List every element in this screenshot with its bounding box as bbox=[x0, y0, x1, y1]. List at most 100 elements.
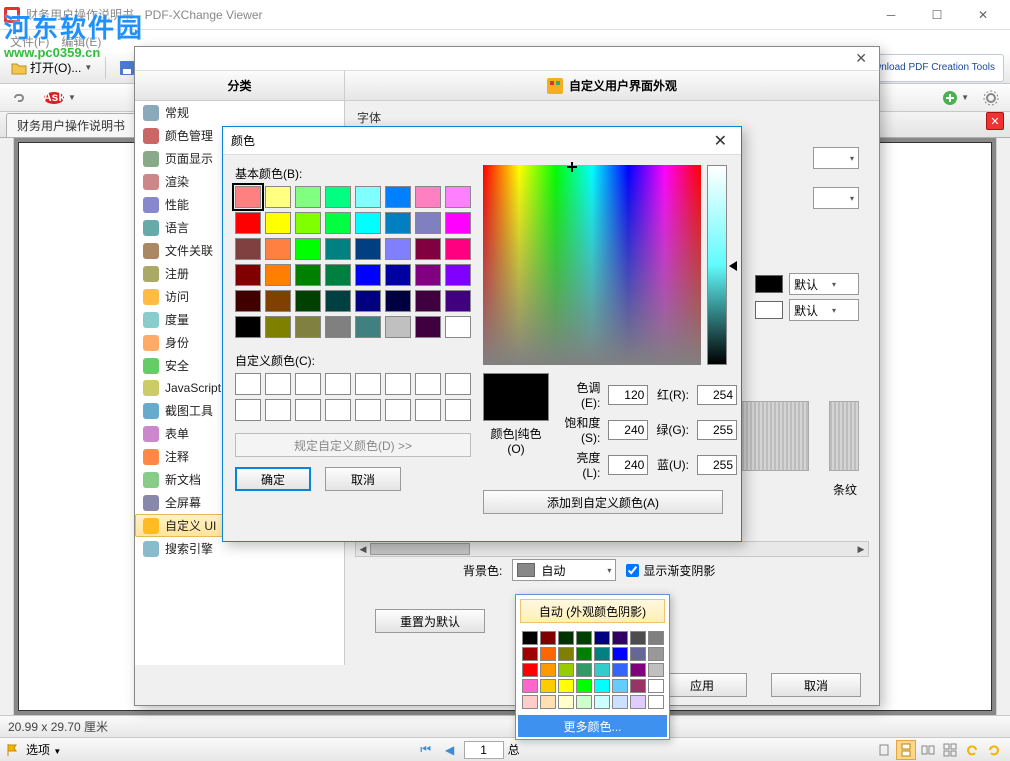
basic-color-swatch[interactable] bbox=[265, 186, 291, 208]
layout-continuous-icon[interactable] bbox=[896, 740, 916, 760]
basic-color-swatch[interactable] bbox=[415, 316, 441, 338]
basic-color-swatch[interactable] bbox=[325, 186, 351, 208]
add-to-custom-button[interactable]: 添加到自定义颜色(A) bbox=[483, 490, 723, 514]
custom-colors-grid[interactable] bbox=[235, 373, 471, 421]
sat-input[interactable] bbox=[608, 420, 648, 440]
category-item[interactable]: 常规 bbox=[135, 101, 344, 124]
nav-first-icon[interactable]: ⏮ bbox=[416, 740, 436, 760]
layout-facing-icon[interactable] bbox=[918, 740, 938, 760]
font-combo-1[interactable]: ▾ bbox=[813, 147, 859, 169]
luminance-arrow-icon[interactable] bbox=[729, 261, 737, 271]
basic-color-swatch[interactable] bbox=[445, 316, 471, 338]
more-colors-button[interactable]: 更多颜色... bbox=[518, 715, 667, 737]
popup-color-swatch[interactable] bbox=[612, 631, 628, 645]
default-combo-2[interactable]: 默认▾ bbox=[789, 299, 859, 321]
basic-color-swatch[interactable] bbox=[235, 264, 261, 286]
layout-facing-cont-icon[interactable] bbox=[940, 740, 960, 760]
basic-color-swatch[interactable] bbox=[325, 238, 351, 260]
nav-prev-icon[interactable]: ◀ bbox=[440, 740, 460, 760]
close-button[interactable]: ✕ bbox=[960, 0, 1006, 30]
popup-color-swatch[interactable] bbox=[648, 695, 664, 709]
basic-color-swatch[interactable] bbox=[265, 264, 291, 286]
hue-input[interactable] bbox=[608, 385, 648, 405]
basic-color-swatch[interactable] bbox=[445, 238, 471, 260]
basic-color-swatch[interactable] bbox=[235, 290, 261, 312]
custom-color-swatch[interactable] bbox=[415, 373, 441, 395]
popup-color-swatch[interactable] bbox=[630, 631, 646, 645]
popup-color-swatch[interactable] bbox=[576, 647, 592, 661]
gear-icon[interactable] bbox=[978, 86, 1004, 110]
ask-icon[interactable]: Ask▼ bbox=[38, 86, 81, 110]
page-number-input[interactable] bbox=[464, 741, 504, 759]
popup-color-swatch[interactable] bbox=[648, 647, 664, 661]
basic-color-swatch[interactable] bbox=[445, 186, 471, 208]
basic-color-swatch[interactable] bbox=[415, 212, 441, 234]
custom-color-swatch[interactable] bbox=[235, 399, 261, 421]
popup-color-swatch[interactable] bbox=[612, 695, 628, 709]
shadow-checkbox[interactable]: 显示渐变阴影 bbox=[626, 562, 715, 579]
basic-color-swatch[interactable] bbox=[235, 186, 261, 208]
cancel-button[interactable]: 取消 bbox=[771, 673, 861, 697]
basic-color-swatch[interactable] bbox=[265, 316, 291, 338]
popup-color-swatch[interactable] bbox=[630, 695, 646, 709]
basic-color-swatch[interactable] bbox=[295, 212, 321, 234]
basic-color-swatch[interactable] bbox=[325, 290, 351, 312]
default-combo-1[interactable]: 默认▾ bbox=[789, 273, 859, 295]
popup-color-swatch[interactable] bbox=[540, 663, 556, 677]
popup-color-swatch[interactable] bbox=[522, 679, 538, 693]
basic-color-swatch[interactable] bbox=[415, 290, 441, 312]
options-button[interactable]: 选项 ▼ bbox=[26, 741, 61, 758]
basic-color-swatch[interactable] bbox=[295, 264, 321, 286]
popup-color-swatch[interactable] bbox=[594, 679, 610, 693]
basic-color-swatch[interactable] bbox=[355, 316, 381, 338]
popup-color-swatch[interactable] bbox=[558, 679, 574, 693]
popup-color-swatch[interactable] bbox=[612, 679, 628, 693]
basic-color-swatch[interactable] bbox=[385, 316, 411, 338]
blue-input[interactable] bbox=[697, 455, 737, 475]
menu-file[interactable]: 文件(F) bbox=[10, 33, 49, 50]
popup-color-swatch[interactable] bbox=[540, 631, 556, 645]
red-input[interactable] bbox=[697, 385, 737, 405]
minimize-button[interactable]: ─ bbox=[868, 0, 914, 30]
open-button[interactable]: 打开(O)...▼ bbox=[6, 56, 97, 80]
basic-color-swatch[interactable] bbox=[445, 212, 471, 234]
basic-color-swatch[interactable] bbox=[385, 186, 411, 208]
apply-button[interactable]: 应用 bbox=[657, 673, 747, 697]
tab-close-icon[interactable]: ✕ bbox=[986, 112, 1004, 130]
basic-color-swatch[interactable] bbox=[385, 264, 411, 286]
scroll-right-icon[interactable]: ▶ bbox=[854, 542, 868, 556]
popup-color-swatch[interactable] bbox=[594, 631, 610, 645]
popup-color-swatch[interactable] bbox=[558, 663, 574, 677]
basic-color-swatch[interactable] bbox=[385, 212, 411, 234]
popup-color-swatch[interactable] bbox=[648, 679, 664, 693]
luminance-slider[interactable] bbox=[707, 165, 727, 365]
layout-single-icon[interactable] bbox=[874, 740, 894, 760]
spectrum-picker[interactable] bbox=[483, 165, 701, 365]
popup-color-swatch[interactable] bbox=[522, 695, 538, 709]
popup-color-swatch[interactable] bbox=[540, 695, 556, 709]
popup-color-swatch[interactable] bbox=[558, 631, 574, 645]
custom-color-swatch[interactable] bbox=[295, 399, 321, 421]
popup-color-swatch[interactable] bbox=[576, 663, 592, 677]
basic-color-swatch[interactable] bbox=[265, 290, 291, 312]
colordlg-ok-button[interactable]: 确定 bbox=[235, 467, 311, 491]
basic-color-swatch[interactable] bbox=[355, 186, 381, 208]
popup-color-swatch[interactable] bbox=[576, 679, 592, 693]
custom-color-swatch[interactable] bbox=[355, 373, 381, 395]
rotate-cw-icon[interactable] bbox=[984, 740, 1004, 760]
popup-color-swatch[interactable] bbox=[594, 647, 610, 661]
add-icon[interactable]: ▼ bbox=[937, 86, 974, 110]
green-input[interactable] bbox=[697, 420, 737, 440]
basic-color-swatch[interactable] bbox=[265, 212, 291, 234]
maximize-button[interactable]: ☐ bbox=[914, 0, 960, 30]
popup-color-swatch[interactable] bbox=[612, 663, 628, 677]
custom-color-swatch[interactable] bbox=[355, 399, 381, 421]
prefs-close-icon[interactable]: ✕ bbox=[849, 50, 873, 67]
scroll-thumb[interactable] bbox=[370, 543, 470, 555]
popup-color-swatch[interactable] bbox=[522, 663, 538, 677]
colordlg-cancel-button[interactable]: 取消 bbox=[325, 467, 401, 491]
basic-color-swatch[interactable] bbox=[355, 264, 381, 286]
popup-color-swatch[interactable] bbox=[648, 663, 664, 677]
custom-color-swatch[interactable] bbox=[415, 399, 441, 421]
popup-color-swatch[interactable] bbox=[540, 647, 556, 661]
